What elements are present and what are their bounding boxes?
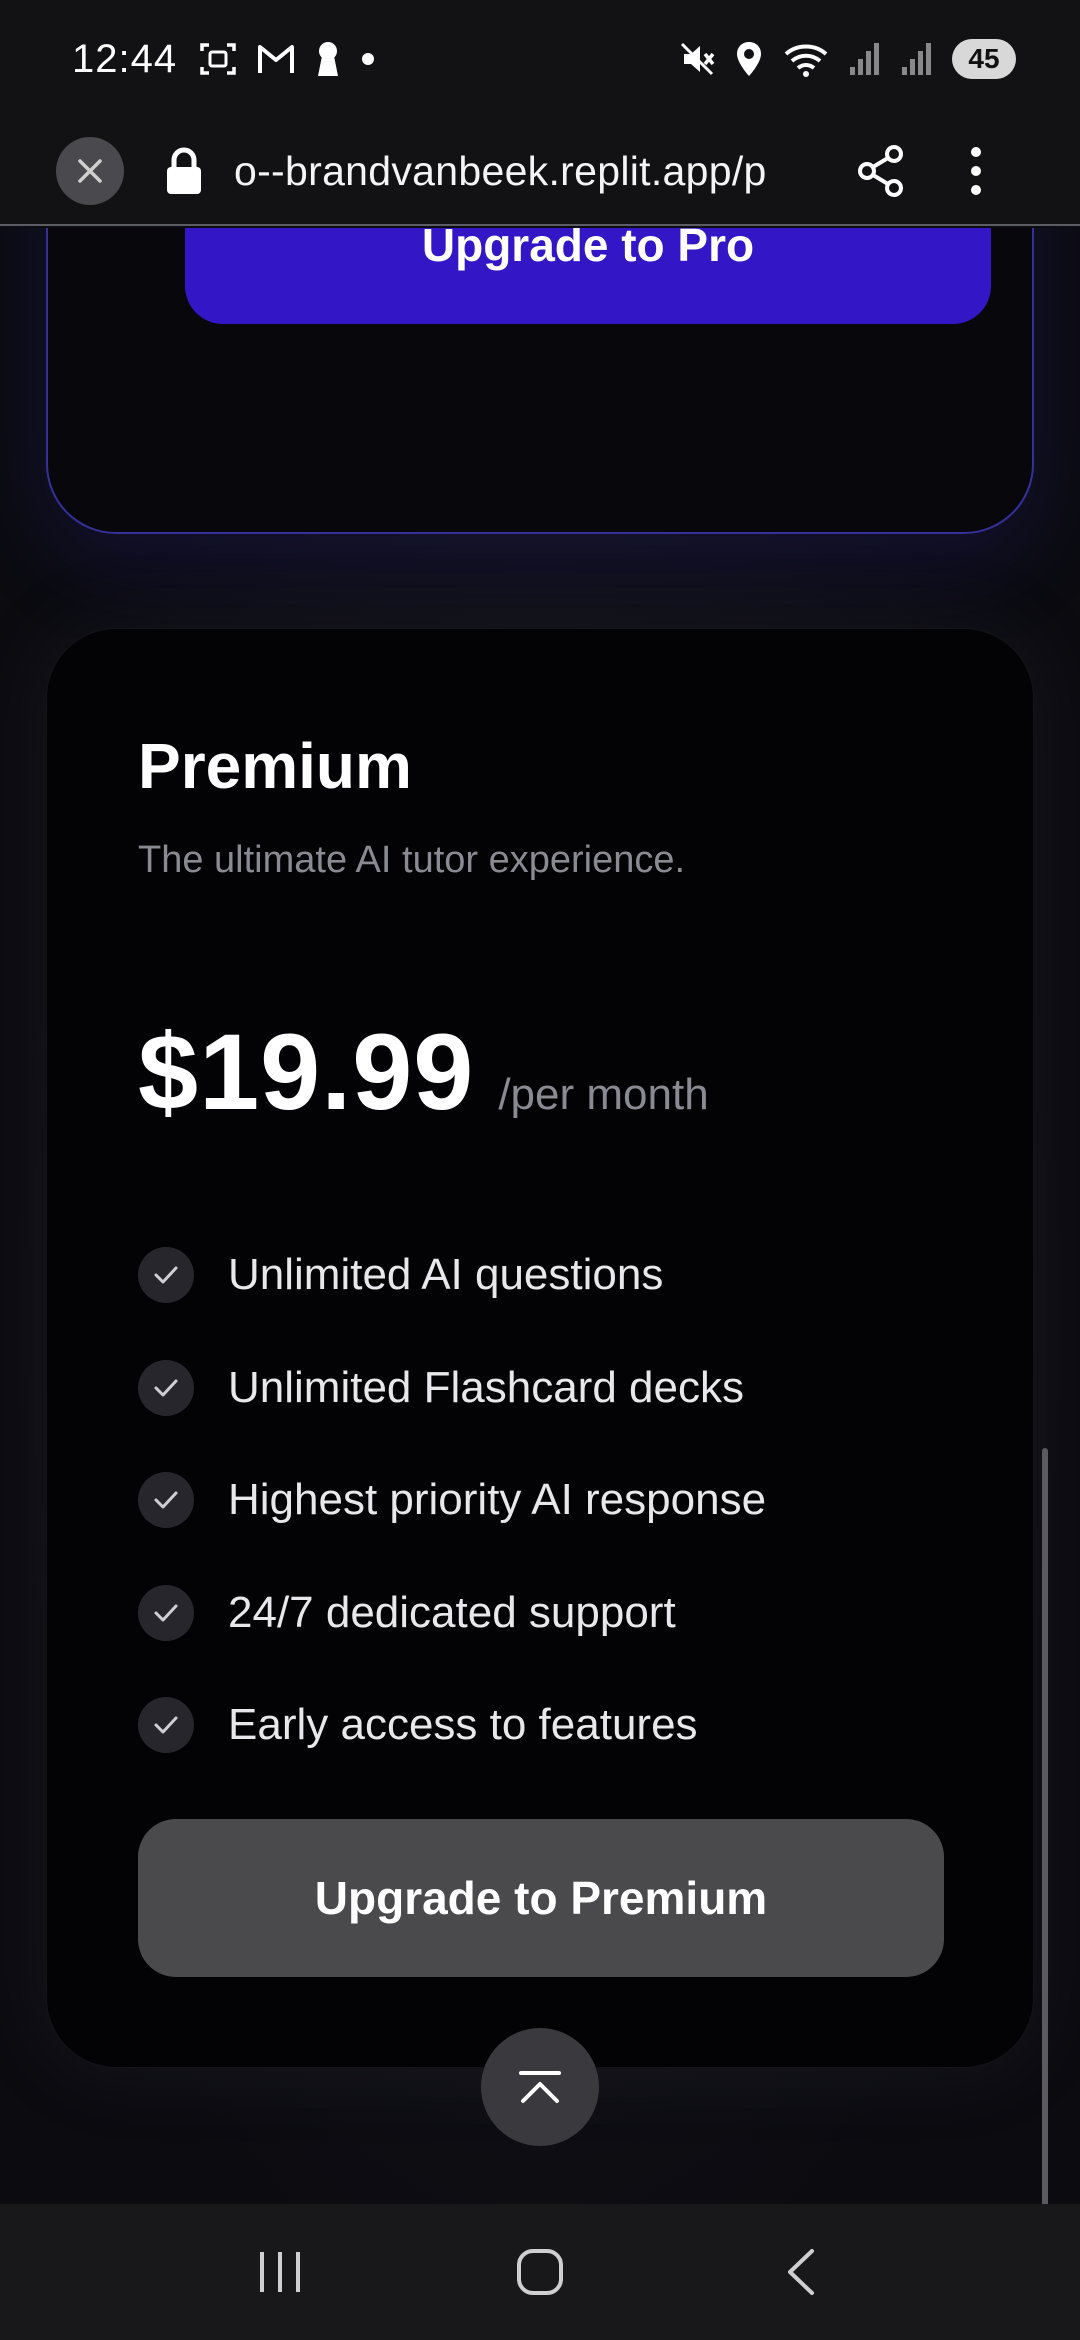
feature-item: Unlimited Flashcard decks <box>138 1332 958 1445</box>
browser-toolbar: o--brandvanbeek.replit.app/p <box>0 118 1080 226</box>
feature-item: Early access to features <box>138 1669 958 1782</box>
keyhole-icon <box>318 42 339 76</box>
scroll-to-top-button[interactable] <box>481 2028 599 2146</box>
status-time: 12:44 <box>72 36 178 81</box>
pro-plan-card: Upgrade to Pro <box>46 228 1034 534</box>
check-icon <box>138 1584 194 1641</box>
dot-icon <box>362 53 375 65</box>
home-icon <box>517 2249 563 2295</box>
close-icon <box>78 159 102 183</box>
premium-plan-card: Premium The ultimate AI tutor experience… <box>46 628 1034 2068</box>
feature-item: Highest priority AI response <box>138 1444 958 1557</box>
upgrade-to-pro-button[interactable]: Upgrade to Pro <box>185 228 991 324</box>
scrollbar-thumb[interactable] <box>1042 1448 1048 2204</box>
feature-label: Unlimited Flashcard decks <box>228 1362 744 1412</box>
plan-description: The ultimate AI tutor experience. <box>138 839 686 881</box>
check-icon <box>138 1472 194 1529</box>
signal-icon-2 <box>902 43 931 75</box>
feature-item: Unlimited AI questions <box>138 1219 958 1332</box>
feature-item: 24/7 dedicated support <box>138 1557 958 1670</box>
check-icon <box>138 1359 194 1416</box>
plan-price: $19.99 <box>138 1011 475 1132</box>
feature-label: Highest priority AI response <box>228 1475 767 1525</box>
close-tab-button[interactable] <box>56 137 124 205</box>
feature-label: Unlimited AI questions <box>228 1250 664 1300</box>
recent-apps-button[interactable] <box>230 2222 330 2322</box>
mute-icon <box>680 42 715 76</box>
battery-indicator: 45 <box>952 39 1016 79</box>
status-bar: 12:44 45 <box>0 0 1080 118</box>
plan-title: Premium <box>138 730 412 802</box>
share-icon[interactable] <box>856 144 906 198</box>
system-icons: 45 <box>678 39 1016 79</box>
feature-list: Unlimited AI questions Unlimited Flashca… <box>138 1219 958 1782</box>
page-content: Upgrade to Pro Premium The ultimate AI t… <box>0 228 1080 2204</box>
navigation-bar <box>0 2204 1080 2340</box>
check-icon <box>138 1247 194 1304</box>
location-icon <box>737 42 761 76</box>
price-row: $19.99 /per month <box>138 1009 709 1134</box>
billing-period: /per month <box>498 1070 709 1119</box>
recent-apps-icon <box>260 2252 300 2292</box>
lock-icon[interactable] <box>164 146 204 196</box>
signal-icon <box>850 43 879 75</box>
screenshot-icon <box>200 43 236 75</box>
more-options-icon[interactable] <box>970 146 982 196</box>
gmail-icon <box>258 45 295 73</box>
back-button[interactable] <box>750 2222 850 2322</box>
notification-icons <box>199 40 375 78</box>
upgrade-to-premium-button[interactable]: Upgrade to Premium <box>138 1819 944 1977</box>
arrow-up-to-top-icon <box>519 2071 561 2103</box>
feature-label: 24/7 dedicated support <box>228 1587 676 1637</box>
back-icon <box>788 2249 814 2295</box>
wifi-icon <box>784 44 828 77</box>
check-icon <box>138 1697 194 1754</box>
screen: 12:44 45 o--brandvanbeek.replit.app/p Up… <box>0 0 1080 2340</box>
feature-label: Early access to features <box>228 1700 698 1750</box>
url-field[interactable]: o--brandvanbeek.replit.app/p <box>234 148 816 195</box>
home-button[interactable] <box>490 2222 590 2322</box>
